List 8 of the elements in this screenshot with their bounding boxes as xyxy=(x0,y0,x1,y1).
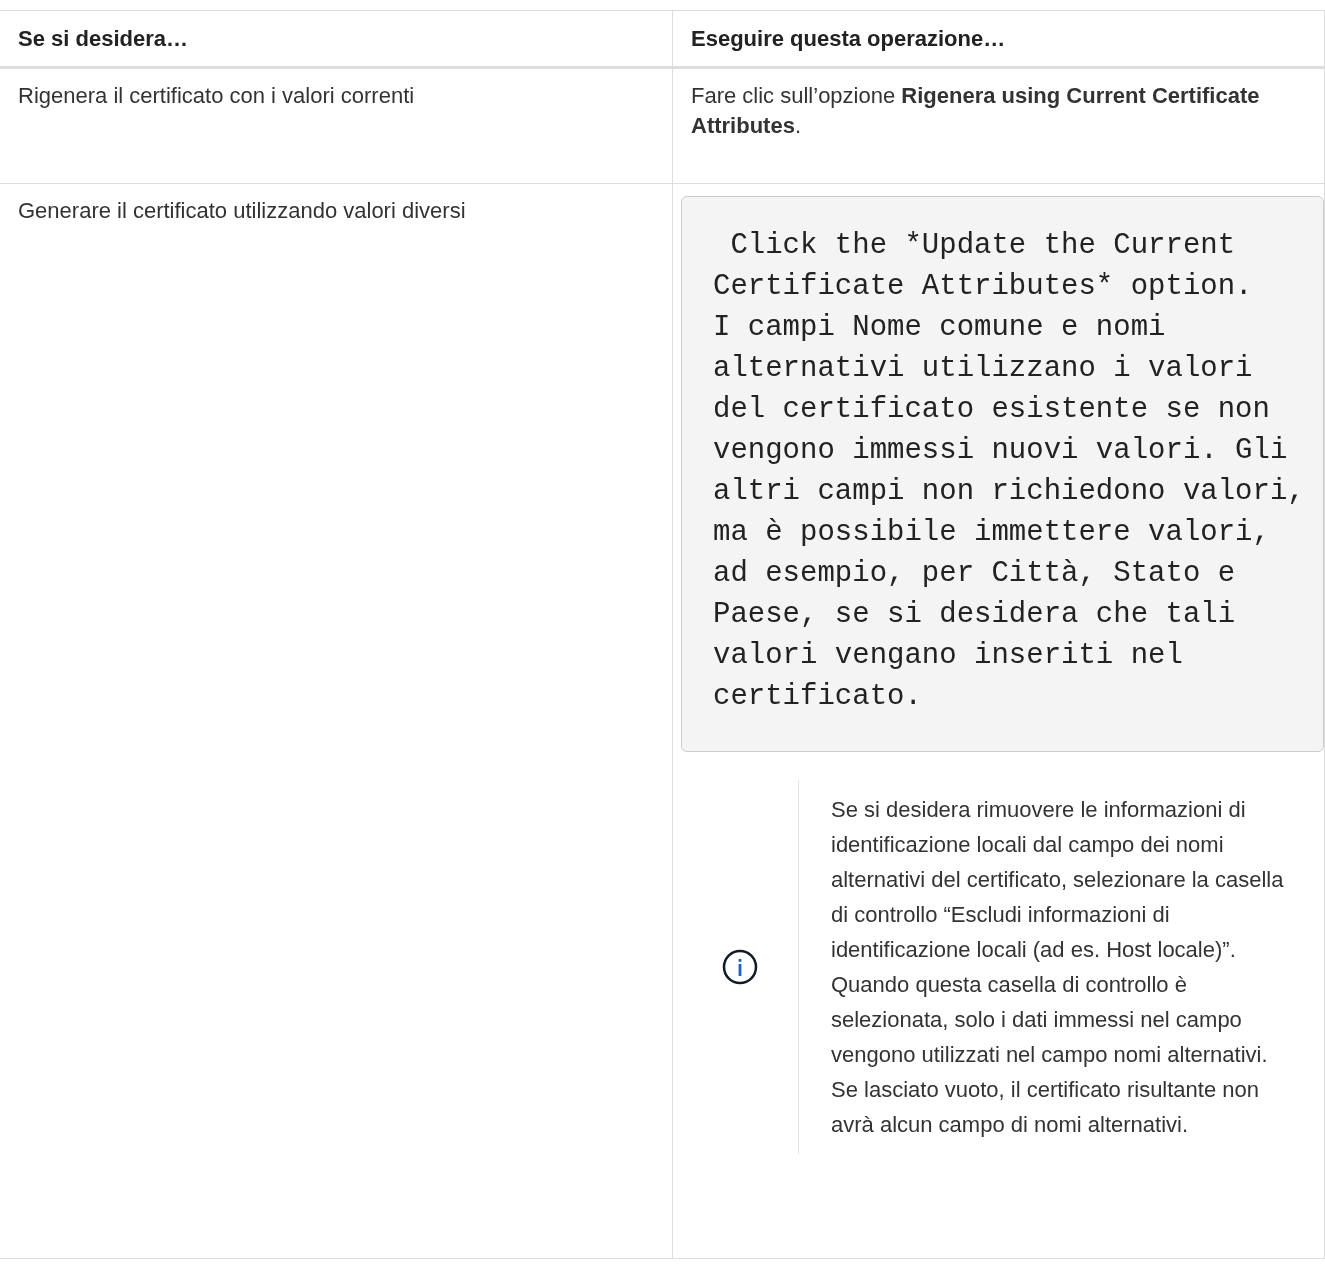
column-header: Se si desidera… xyxy=(0,11,673,69)
code-block: Click the *Update the Current Certificate Attributes* option. I campi Nome comune e nomi alternativi utilizzano i valori del certificato esistente se non vengono immessi nuovi valori. Gli altri campi non richiedono valori, ma è possibile immettere valori, ad esempio, per Città, Stato e Paese, se si desidera che tali valori vengano inseriti nel certificato. xyxy=(681,196,1324,752)
info-icon xyxy=(721,949,758,985)
column-header: Eseguire questa operazione… xyxy=(673,11,1325,69)
table-cell: Fare clic sull’opzione Rigenera using Current Certificate Attributes. xyxy=(673,69,1325,184)
note-text: Se si desidera rimuovere le informazioni di identificazione locali dal campo dei nomi alternativi del certificato, selezionare la casella di controllo “Escludi informazioni di identificazione locali (ad es. Host locale)”. Quando questa casella di controllo è selezionata, solo i dati immessi nel campo vengono utilizzati nel campo nomi alternativi. Se lasciato vuoto, il certificato risultante non avrà alcun campo di nomi alternativi. xyxy=(830,796,1285,1139)
table-cell: Generare il certificato utilizzando valori diversi xyxy=(0,184,673,1259)
table-cell: Rigenera il certificato con i valori correnti xyxy=(0,69,673,184)
